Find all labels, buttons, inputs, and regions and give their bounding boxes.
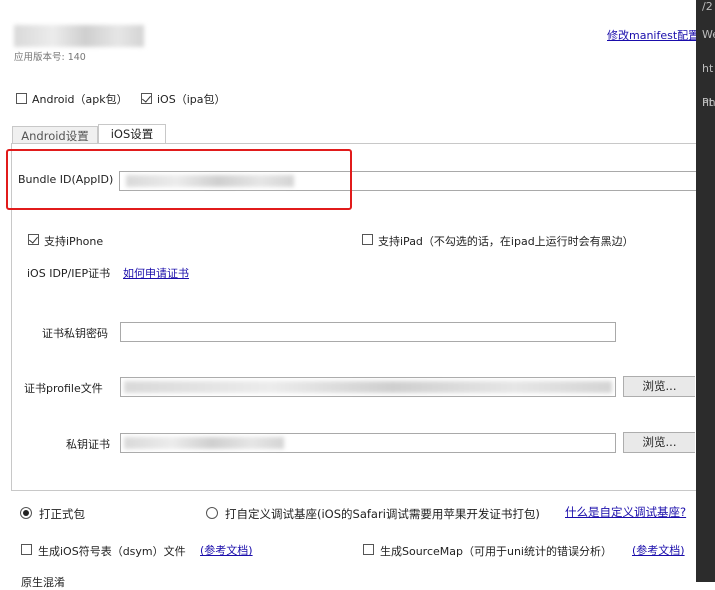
strip-fragment: ht [702,62,714,75]
private-key-password-label: 证书私钥密码 [42,327,108,340]
native-obfuscation-label: 原生混淆 [21,576,65,589]
cert-label: iOS IDP/IEP证书 [27,267,111,280]
how-to-apply-cert-link[interactable]: 如何申请证书 [123,265,189,281]
sourcemap-checkbox[interactable] [363,544,374,555]
support-iphone-label: 支持iPhone [44,235,104,248]
private-key-password-input[interactable] [120,322,616,342]
tab-ios-settings[interactable]: iOS设置 [98,124,166,144]
support-iphone-checkbox[interactable] [28,234,39,245]
formal-package-radio[interactable] [20,507,32,519]
android-label: Android（apk包） [32,93,128,106]
strip-fragment: Ph [702,96,715,109]
what-is-custom-base-link[interactable]: 什么是自定义调试基座? [565,504,686,520]
dsym-docs-link[interactable]: (参考文档) [200,542,253,558]
private-key-cert-label: 私钥证书 [66,438,110,451]
support-ipad-label: 支持iPad（不勾选的话，在ipad上运行时会有黑边） [378,235,634,248]
profile-file-label: 证书profile文件 [24,382,103,395]
strip-fragment: /2 [702,0,713,13]
custom-base-label: 打自定义调试基座(iOS的Safari调试需要用苹果开发证书打包) [225,507,540,521]
version-label: 应用版本号: 140 [14,52,86,63]
app-name-redacted [14,25,144,47]
private-key-browse-button[interactable]: 浏览... [623,432,695,453]
ios-checkbox[interactable] [141,93,152,104]
dsym-label: 生成iOS符号表（dsym）文件 [38,545,186,558]
background-window-strip: /2 We ht ht Ph [696,0,715,582]
dsym-checkbox[interactable] [21,544,32,555]
support-ipad-checkbox[interactable] [362,234,373,245]
sourcemap-docs-link[interactable]: (参考文档) [632,542,685,558]
private-key-cert-path-redacted [124,437,284,449]
sourcemap-label: 生成SourceMap（可用于uni统计的错误分析） [380,545,612,558]
custom-base-radio[interactable] [206,507,218,519]
profile-file-path-redacted [124,381,612,393]
profile-browse-button[interactable]: 浏览... [623,376,695,397]
tab-android-settings[interactable]: Android设置 [12,126,98,144]
ios-label: iOS（ipa包） [157,93,226,106]
bundle-id-highlight-box [6,149,352,210]
modify-manifest-link[interactable]: 修改manifest配置 [607,27,699,43]
strip-fragment: We [702,28,715,41]
android-checkbox[interactable] [16,93,27,104]
formal-package-label: 打正式包 [39,507,85,521]
